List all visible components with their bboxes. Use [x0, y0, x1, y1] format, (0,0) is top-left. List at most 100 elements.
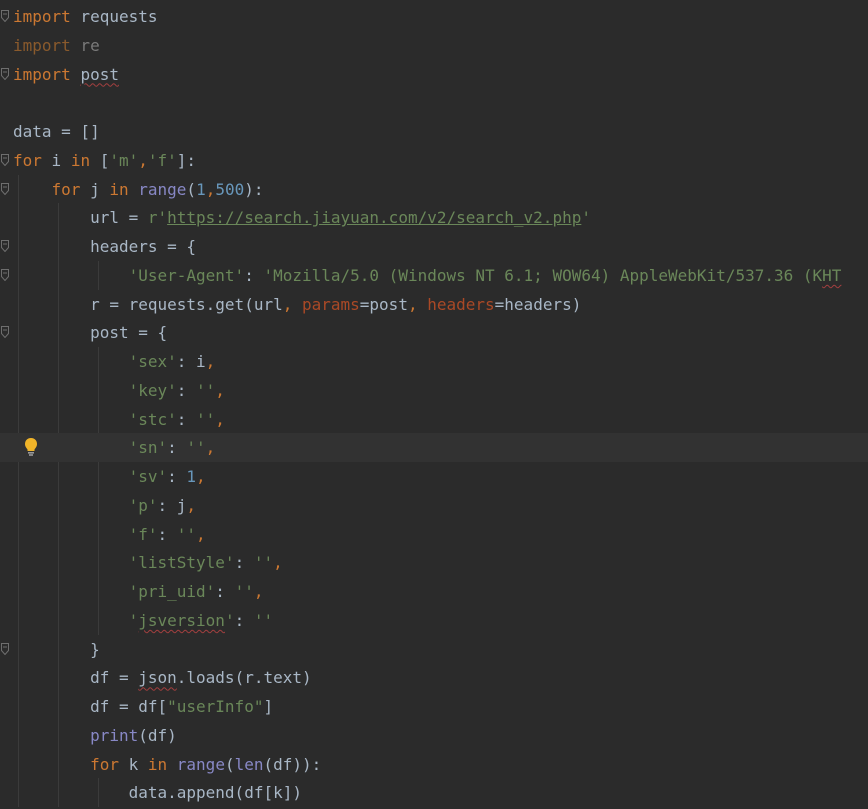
- code-token: :: [167, 438, 187, 458]
- code-line-text: df = json.loads(r.text): [13, 665, 312, 691]
- code-token: '': [186, 438, 206, 458]
- code-token: (: [186, 179, 197, 199]
- code-line-text: r = requests.get(url, params=post, heade…: [13, 292, 581, 318]
- lightbulb-icon[interactable]: [23, 437, 39, 457]
- code-line[interactable]: r = requests.get(url, params=post, heade…: [0, 290, 868, 319]
- code-token: :: [157, 524, 177, 544]
- code-line-text: 'f': '',: [13, 522, 206, 548]
- code-token: post: [80, 64, 119, 84]
- code-line[interactable]: 'listStyle': '',: [0, 548, 868, 577]
- code-line-text: for k in range(len(df)):: [13, 752, 321, 778]
- code-token: in: [70, 150, 91, 170]
- code-token: ,: [407, 294, 428, 314]
- code-line[interactable]: 'jsversion': '': [0, 606, 868, 635]
- code-line-text: for i in ['m','f']:: [13, 148, 196, 174]
- code-line[interactable]: 'User-Agent': 'Mozilla/5.0 (Windows NT 6…: [0, 261, 868, 290]
- code-line[interactable]: for i in ['m','f']:: [0, 146, 868, 175]
- code-line[interactable]: for k in range(len(df)):: [0, 750, 868, 779]
- fold-marker-icon[interactable]: [1, 67, 9, 80]
- code-line[interactable]: 'sn': '',: [0, 433, 868, 463]
- code-token: [: [90, 150, 110, 170]
- code-line-text: df = df["userInfo"]: [13, 694, 273, 720]
- code-line[interactable]: import requests: [0, 2, 868, 31]
- code-token: ': [581, 208, 591, 228]
- code-line[interactable]: import re: [0, 31, 868, 60]
- code-token: 1: [186, 467, 197, 486]
- code-line[interactable]: print(df): [0, 721, 868, 750]
- code-token: :: [234, 610, 254, 630]
- code-token: requests: [70, 7, 158, 26]
- code-token: 'f': [128, 524, 158, 544]
- code-token: '': [253, 610, 274, 630]
- code-editor[interactable]: import requests import re import post data …: [0, 0, 868, 809]
- code-token: (df)):: [263, 754, 322, 774]
- code-line[interactable]: for j in range(1,500):: [0, 175, 868, 204]
- code-line[interactable]: 'p': j,: [0, 491, 868, 520]
- code-token: "userInfo": [167, 697, 264, 716]
- code-token: 'sn': [128, 438, 168, 458]
- code-token: 'sex': [128, 352, 177, 371]
- code-token: ,: [205, 352, 216, 371]
- code-token: 'm': [109, 150, 139, 170]
- code-token: for: [90, 754, 119, 774]
- code-token: j: [80, 179, 110, 199]
- code-line[interactable]: 'stc': '',: [0, 405, 868, 434]
- fold-marker-icon[interactable]: [1, 182, 9, 195]
- code-line[interactable]: 'sex': i,: [0, 347, 868, 376]
- code-line[interactable]: df = json.loads(r.text): [0, 663, 868, 692]
- fold-marker-icon[interactable]: [1, 153, 9, 166]
- code-token: 'pri_uid': [128, 582, 216, 601]
- code-token: re: [70, 35, 100, 55]
- code-token: ,: [186, 495, 197, 515]
- code-token: 500: [215, 179, 245, 199]
- code-token: for: [13, 150, 42, 170]
- code-line[interactable]: }: [0, 635, 868, 664]
- code-line[interactable]: data.append(df[k]): [0, 778, 868, 807]
- code-line[interactable]: 'pri_uid': '',: [0, 577, 868, 606]
- fold-marker-icon[interactable]: [1, 10, 9, 22]
- fold-marker-icon[interactable]: [1, 240, 9, 252]
- fold-marker-icon[interactable]: [1, 642, 9, 655]
- code-token: ,: [138, 150, 148, 170]
- code-line[interactable]: import post: [0, 60, 868, 89]
- code-line-text: url = r'https://search.jiayuan.com/v2/se…: [13, 205, 591, 231]
- code-line[interactable]: post = {: [0, 318, 868, 347]
- code-token: '': [196, 409, 216, 429]
- code-token: ]: [263, 697, 274, 716]
- code-token: params: [301, 294, 360, 314]
- code-token: '': [253, 553, 274, 573]
- code-token: '': [176, 524, 197, 544]
- code-token: ,: [205, 179, 216, 199]
- code-line-text: 'jsversion': '': [13, 608, 274, 634]
- code-token: 'listStyle': [128, 553, 235, 573]
- code-line[interactable]: 'sv': 1,: [0, 462, 868, 491]
- code-token: len: [234, 754, 264, 774]
- code-line[interactable]: data = []: [0, 117, 868, 146]
- fold-marker-icon[interactable]: [1, 268, 9, 281]
- code-token: 'User-Agent': [128, 265, 245, 285]
- fold-marker-icon[interactable]: [1, 326, 9, 339]
- code-token: ': [224, 610, 235, 630]
- code-line[interactable]: 'f': '',: [0, 520, 868, 549]
- code-token: for: [51, 179, 81, 199]
- code-line[interactable]: headers = {: [0, 232, 868, 261]
- code-line-text: 'key': '',: [13, 378, 225, 404]
- code-line[interactable]: df = df["userInfo"]: [0, 692, 868, 721]
- code-token: https://search.jiayuan.com/v2/search_v2.…: [167, 208, 582, 228]
- code-token: ,: [253, 582, 264, 601]
- code-token: headers = {: [13, 237, 197, 256]
- code-line-text: import post: [13, 62, 119, 88]
- code-token: in: [109, 179, 129, 199]
- code-token: url =: [13, 208, 148, 228]
- code-line[interactable]: 'key': '',: [0, 376, 868, 405]
- code-line[interactable]: [0, 88, 868, 117]
- code-line[interactable]: url = r'https://search.jiayuan.com/v2/se…: [0, 203, 868, 232]
- code-token: }: [13, 639, 100, 659]
- code-line-text: 'stc': '',: [13, 407, 225, 433]
- code-token: import: [13, 35, 71, 55]
